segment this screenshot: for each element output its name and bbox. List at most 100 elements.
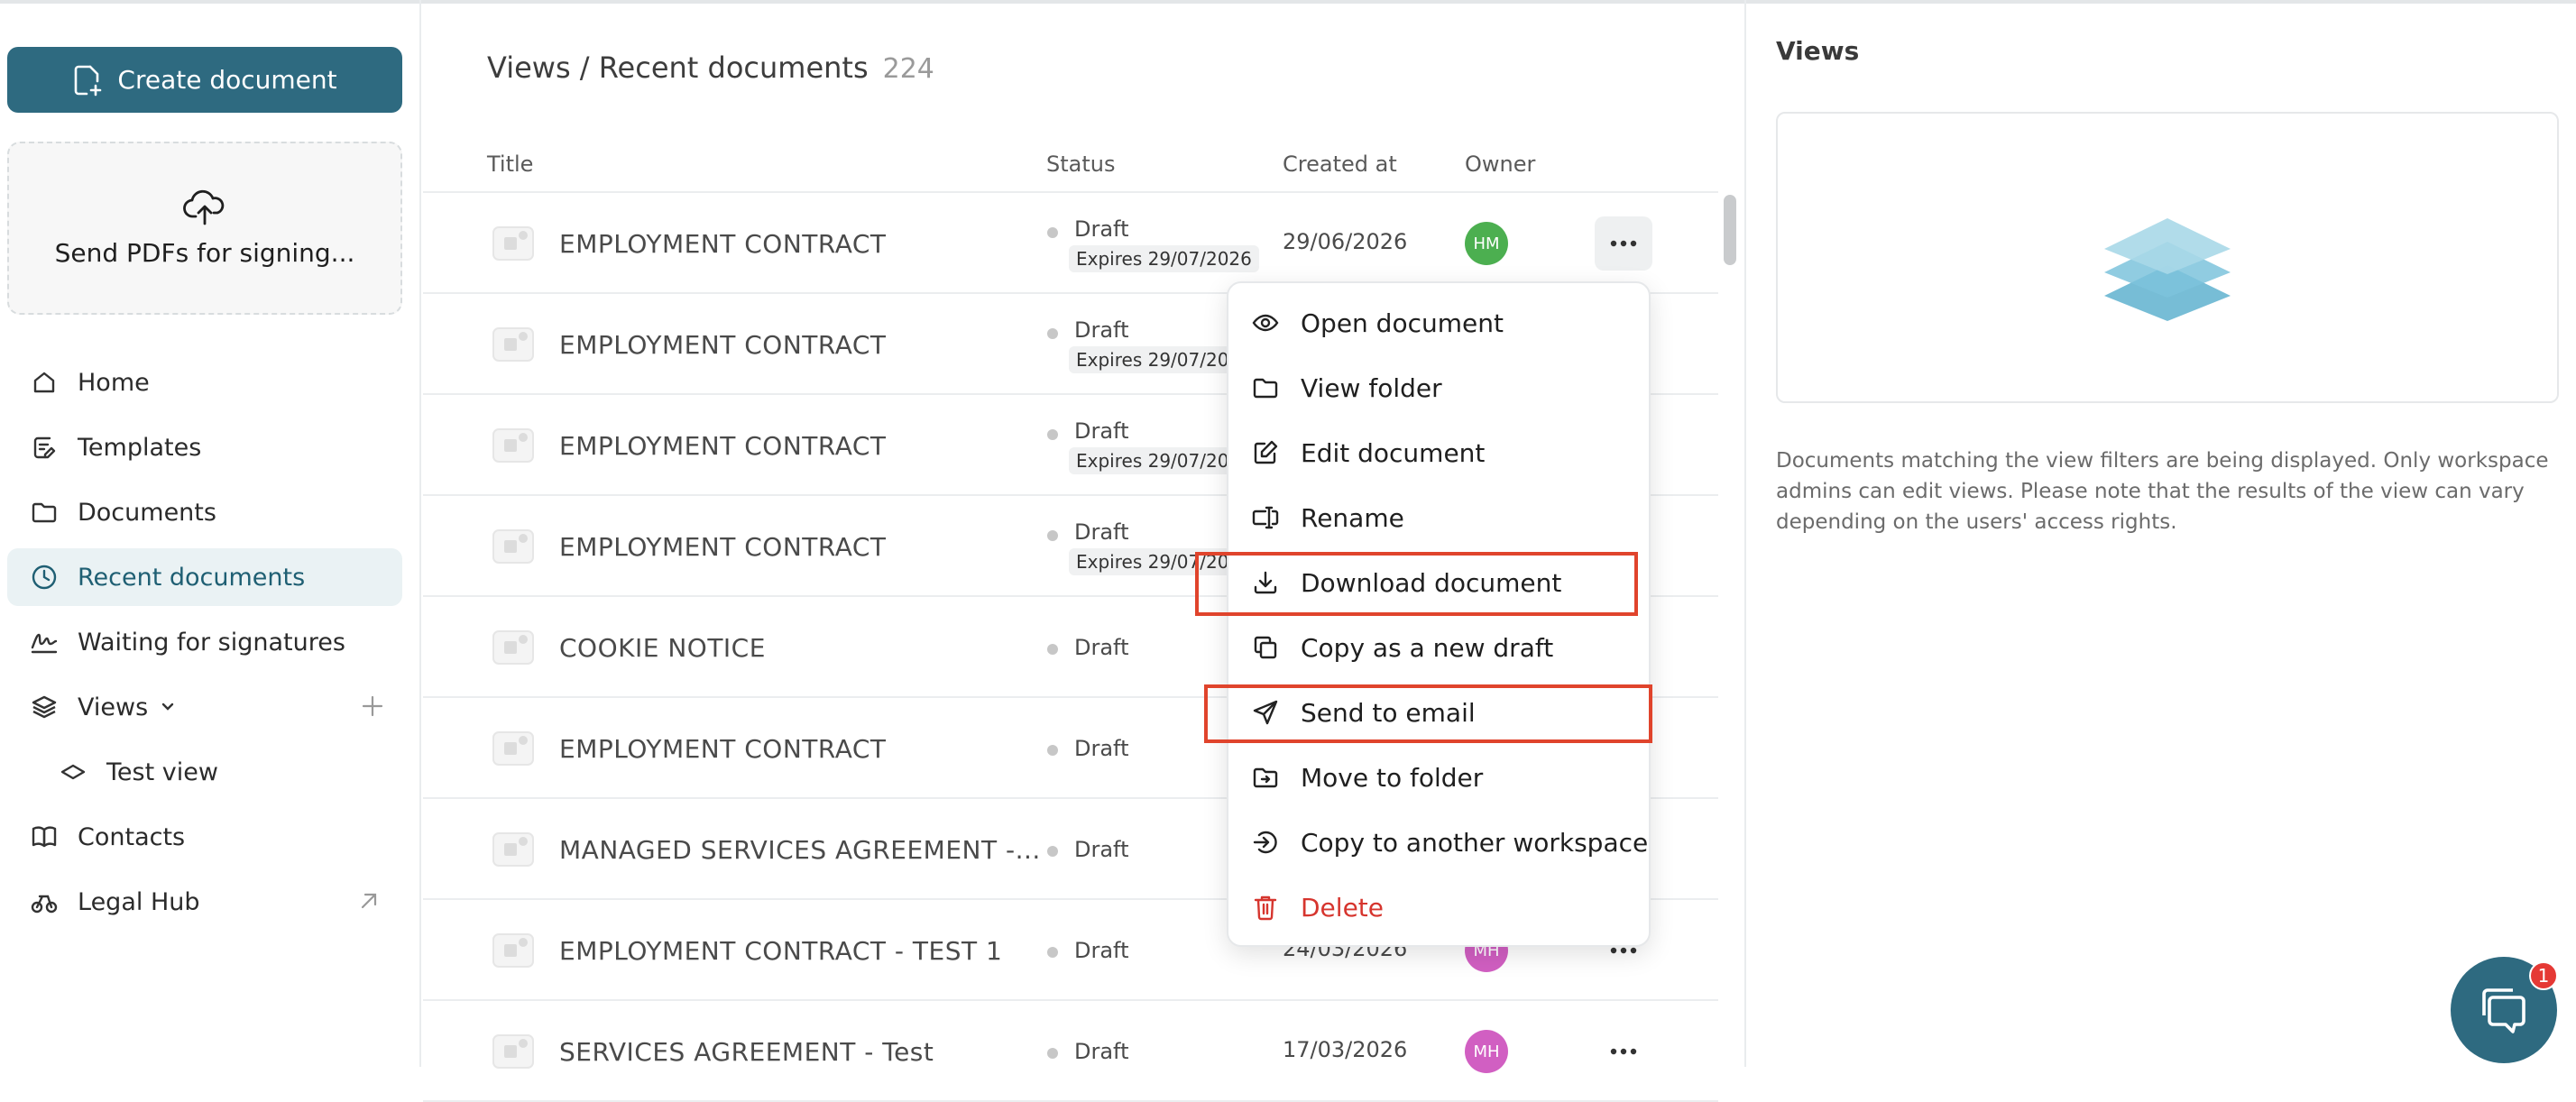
views-panel-title: Views — [1776, 36, 1860, 66]
sidebar-nav: Home Templates Documents Recent document… — [7, 354, 402, 938]
menu-item-label: Move to folder — [1301, 762, 1484, 793]
move-folder-icon — [1250, 762, 1281, 793]
table-row[interactable]: EMPLOYMENT CONTRACT Draft Expires 29/07/… — [423, 193, 1718, 294]
row-status: Draft — [1074, 837, 1129, 862]
document-thumbnail-icon — [492, 629, 535, 666]
column-header-created[interactable]: Created at — [1283, 152, 1397, 177]
column-header-status[interactable]: Status — [1046, 152, 1115, 177]
menu-item-view-folder[interactable]: View folder — [1250, 363, 1442, 413]
row-title[interactable]: EMPLOYMENT CONTRACT — [559, 330, 887, 360]
row-status: Draft — [1074, 519, 1129, 545]
document-thumbnail-icon — [492, 932, 535, 969]
chat-notification-badge: 1 — [2529, 961, 2558, 990]
table-row[interactable]: SERVICES AGREEMENT - Test Draft 17/03/20… — [423, 1001, 1718, 1102]
menu-item-delete[interactable]: Delete — [1250, 882, 1384, 932]
sidebar-item-test-view[interactable]: Test view — [7, 743, 402, 801]
row-title[interactable]: EMPLOYMENT CONTRACT — [559, 734, 887, 764]
sidebar-item-home[interactable]: Home — [7, 354, 402, 411]
document-thumbnail-icon — [492, 225, 535, 262]
row-more-button[interactable] — [1595, 1024, 1652, 1079]
row-title[interactable]: MANAGED SERVICES AGREEMENT -... — [559, 835, 1041, 865]
table-scrollbar[interactable] — [1724, 195, 1736, 265]
status-dot — [1047, 328, 1058, 339]
sidebar-item-recent-documents[interactable]: Recent documents — [7, 548, 402, 606]
highlight-box-download — [1195, 552, 1638, 616]
views-description: Documents matching the view filters are … — [1776, 449, 2549, 534]
sidebar-item-waiting-for-signatures[interactable]: Waiting for signatures — [7, 613, 402, 671]
eye-icon — [1250, 308, 1281, 338]
menu-item-copy-to-another-workspace[interactable]: Copy to another workspace — [1250, 817, 1648, 868]
row-title[interactable]: EMPLOYMENT CONTRACT — [559, 532, 887, 562]
create-document-button[interactable]: Create document — [7, 47, 402, 113]
column-header-title[interactable]: Title — [487, 152, 533, 177]
menu-item-open-document[interactable]: Open document — [1250, 298, 1504, 348]
sidebar-item-views[interactable]: Views — [7, 678, 402, 736]
menu-item-label: Copy as a new draft — [1301, 632, 1554, 663]
menu-item-edit-document[interactable]: Edit document — [1250, 427, 1485, 478]
cloud-upload-icon — [183, 189, 226, 225]
row-title[interactable]: EMPLOYMENT CONTRACT — [559, 431, 887, 461]
menu-item-rename[interactable]: Rename — [1250, 492, 1404, 543]
sidebar-item-label: Templates — [78, 433, 202, 462]
status-dot — [1047, 644, 1058, 655]
external-link-icon — [357, 889, 381, 913]
row-status: Draft — [1074, 317, 1129, 343]
upload-pdfs-label: Send PDFs for signing... — [54, 237, 355, 268]
sidebar-item-label: Views — [78, 693, 149, 721]
document-thumbnail-icon — [492, 528, 535, 565]
sidebar-item-templates[interactable]: Templates — [7, 418, 402, 476]
folder-icon — [29, 497, 60, 528]
more-horizontal-icon — [1610, 947, 1637, 954]
layers-icon — [29, 692, 60, 722]
signature-icon — [29, 627, 60, 657]
sidebar-item-documents[interactable]: Documents — [7, 483, 402, 541]
row-title[interactable]: SERVICES AGREEMENT - Test — [559, 1037, 934, 1067]
more-horizontal-icon — [1610, 1048, 1637, 1055]
row-status: Draft — [1074, 1039, 1129, 1064]
sidebar-item-contacts[interactable]: Contacts — [7, 808, 402, 866]
row-more-button[interactable] — [1595, 216, 1652, 271]
status-dot — [1047, 429, 1058, 440]
row-title[interactable]: EMPLOYMENT CONTRACT - TEST 1 — [559, 936, 1002, 966]
sidebar-item-legal-hub[interactable]: Legal Hub — [7, 873, 402, 931]
row-created-date: 29/06/2026 — [1283, 229, 1408, 254]
menu-item-move-to-folder[interactable]: Move to folder — [1250, 752, 1483, 803]
sidebar-item-label: Waiting for signatures — [78, 628, 345, 657]
menu-item-label: Rename — [1301, 502, 1404, 533]
menu-item-label: View folder — [1301, 372, 1442, 403]
add-view-icon[interactable] — [359, 693, 386, 720]
menu-item-label: Copy to another workspace — [1301, 827, 1649, 858]
page-title: Views / Recent documents 224 — [487, 51, 934, 85]
expiry-badge: Expires 29/07/2026 — [1069, 245, 1259, 272]
copy-icon — [1250, 632, 1281, 663]
folder-icon — [1250, 372, 1281, 403]
workspace-icon — [1250, 827, 1281, 858]
row-status: Draft — [1074, 635, 1129, 660]
sidebar-item-label: Legal Hub — [78, 887, 200, 916]
row-created-date: 17/03/2026 — [1283, 1037, 1408, 1062]
row-status: Draft — [1074, 216, 1129, 242]
row-title[interactable]: COOKIE NOTICE — [559, 633, 766, 663]
book-icon — [29, 822, 60, 852]
upload-pdfs-dropzone[interactable]: Send PDFs for signing... — [7, 142, 402, 315]
sidebar: Create document Send PDFs for signing...… — [0, 0, 421, 1067]
highlight-box-send-email — [1204, 684, 1652, 743]
row-title[interactable]: EMPLOYMENT CONTRACT — [559, 229, 887, 259]
column-header-owner[interactable]: Owner — [1465, 152, 1535, 177]
status-dot — [1047, 227, 1058, 238]
templates-icon — [29, 432, 60, 463]
chat-icon — [2482, 988, 2525, 1033]
views-panel: Views Documents matching the view filter… — [1744, 0, 2576, 1067]
document-thumbnail-icon — [492, 831, 535, 868]
chevron-down-icon[interactable] — [161, 702, 175, 712]
row-status: Draft — [1074, 418, 1129, 444]
menu-item-copy-as-new-draft[interactable]: Copy as a new draft — [1250, 622, 1553, 673]
row-status: Draft — [1074, 736, 1129, 761]
new-document-icon — [72, 64, 103, 96]
home-icon — [29, 367, 60, 398]
document-thumbnail-icon — [492, 326, 535, 363]
scale-icon — [29, 886, 60, 917]
sidebar-item-label: Contacts — [78, 822, 186, 851]
status-dot — [1047, 947, 1058, 958]
document-count: 224 — [882, 53, 934, 85]
